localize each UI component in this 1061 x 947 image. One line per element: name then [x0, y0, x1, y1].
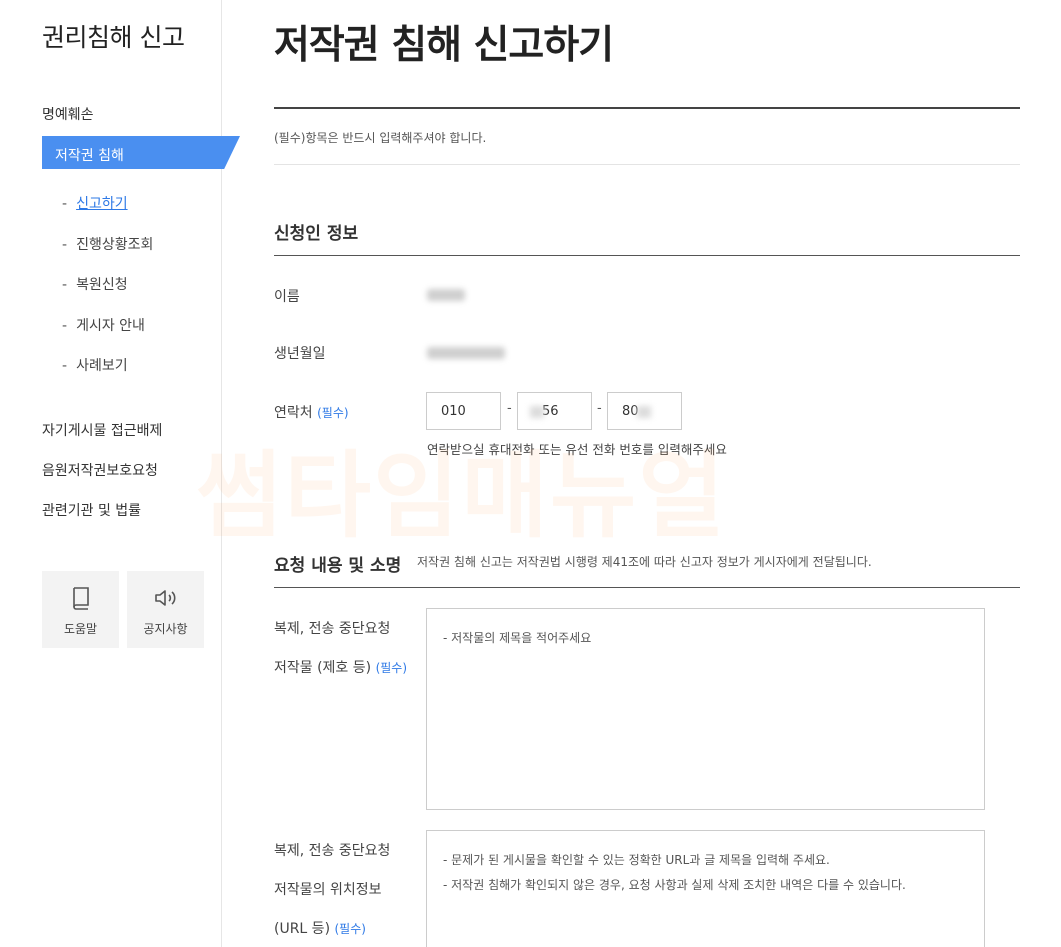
help-button-label: 도움말: [63, 622, 98, 636]
phone-part1-input[interactable]: 010: [426, 392, 501, 430]
contact-label: 연락처 (필수): [274, 402, 349, 422]
required-tag: (필수): [375, 661, 408, 675]
sidebar-title: 권리침해 신고: [42, 23, 185, 52]
contact-hint: 연락받으실 휴대전화 또는 유선 전화 번호를 입력해주세요: [427, 442, 727, 457]
phone-part2-mask: [530, 405, 544, 418]
sub-item-dash: -: [62, 196, 68, 212]
birth-label: 생년월일: [274, 346, 326, 362]
sidebar-item-defamation[interactable]: 명예훼손: [42, 104, 94, 124]
phone-part3-input[interactable]: 80: [607, 392, 682, 430]
contact-label-text: 연락처: [274, 405, 313, 421]
sub-item-label: 진행상황조회: [76, 237, 154, 253]
sub-item-restore[interactable]: - 복원신청: [62, 274, 128, 294]
work-url-placeholder-line2: - 저작권 침해가 확인되지 않은 경우, 요청 사항과 실제 삭제 조치한 내…: [443, 878, 906, 892]
sidebar-item-self-exclusion[interactable]: 자기게시물 접근배제: [42, 420, 162, 440]
field2-label-line1: 복제, 전송 중단요청: [274, 843, 391, 859]
sub-item-report[interactable]: - 신고하기: [62, 193, 128, 213]
title-divider: [274, 107, 1020, 109]
request-divider: [274, 587, 1020, 588]
field2-label-line3: (URL 등) (필수): [274, 918, 366, 938]
required-tag: (필수): [334, 922, 366, 936]
notice-button-label: 공지사항: [143, 622, 188, 636]
request-section-title: 요청 내용 및 소명: [274, 556, 402, 576]
notice-divider: [274, 164, 1020, 165]
sub-item-dash: -: [62, 318, 68, 334]
work-title-placeholder: - 저작물의 제목을 적어주세요: [443, 631, 592, 645]
birth-value-masked: [427, 347, 505, 359]
applicant-divider: [274, 255, 1020, 256]
sub-item-status[interactable]: - 진행상황조회: [62, 234, 153, 254]
sub-item-label: 신고하기: [76, 196, 128, 212]
phone-part3-mask: [636, 405, 651, 418]
request-section-desc: 저작권 침해 신고는 저작권법 시행령 제41조에 따라 신고자 정보가 게시자…: [417, 555, 872, 569]
sub-item-label: 복원신청: [76, 277, 128, 293]
phone-separator: -: [507, 401, 512, 416]
sub-item-dash: -: [62, 277, 68, 293]
sub-item-dash: -: [62, 237, 68, 253]
field2-label-text: (URL 등): [274, 921, 331, 937]
help-button[interactable]: 도움말: [42, 571, 119, 648]
work-url-textarea[interactable]: - 문제가 된 게시물을 확인할 수 있는 정확한 URL과 글 제목을 입력해…: [426, 830, 985, 947]
sidebar-item-music-copyright[interactable]: 음원저작권보호요청: [42, 460, 158, 480]
field1-label-text: 저작물 (제호 등): [274, 660, 372, 676]
work-title-textarea[interactable]: - 저작물의 제목을 적어주세요: [426, 608, 985, 810]
name-label: 이름: [274, 289, 300, 305]
work-url-placeholder-line1: - 문제가 된 게시물을 확인할 수 있는 정확한 URL과 글 제목을 입력해…: [443, 853, 830, 867]
page-title: 저작권 침해 신고하기: [274, 23, 614, 68]
sub-item-cases[interactable]: - 사례보기: [62, 355, 128, 375]
notice-button[interactable]: 공지사항: [127, 571, 204, 648]
applicant-section-title: 신청인 정보: [274, 224, 359, 244]
sidebar-item-laws[interactable]: 관련기관 및 법률: [42, 500, 141, 520]
book-icon: [72, 587, 89, 610]
sidebar: 권리침해 신고 명예훼손 저작권 침해 - 신고하기 - 진행상황조회 - 복원신청 …: [0, 0, 240, 947]
speaker-icon: [154, 590, 176, 606]
field1-label-line1: 복제, 전송 중단요청: [274, 621, 391, 637]
sidebar-item-copyright[interactable]: 저작권 침해: [42, 136, 240, 169]
phone-part1-value: 010: [441, 404, 466, 419]
field1-label-line2: 저작물 (제호 등) (필수): [274, 657, 407, 677]
name-value-masked: [427, 289, 465, 301]
sub-item-dash: -: [62, 358, 68, 374]
phone-separator: -: [597, 401, 602, 416]
sub-item-label: 사례보기: [76, 358, 128, 374]
required-notice: (필수)항목은 반드시 입력해주셔야 합니다.: [274, 131, 487, 145]
sub-item-poster-guide[interactable]: - 게시자 안내: [62, 315, 145, 335]
phone-part2-input[interactable]: 56: [517, 392, 592, 430]
phone-part2-value: 56: [542, 404, 559, 419]
field2-label-line2: 저작물의 위치정보: [274, 882, 382, 898]
sub-item-label: 게시자 안내: [76, 318, 145, 334]
required-tag: (필수): [317, 406, 349, 420]
